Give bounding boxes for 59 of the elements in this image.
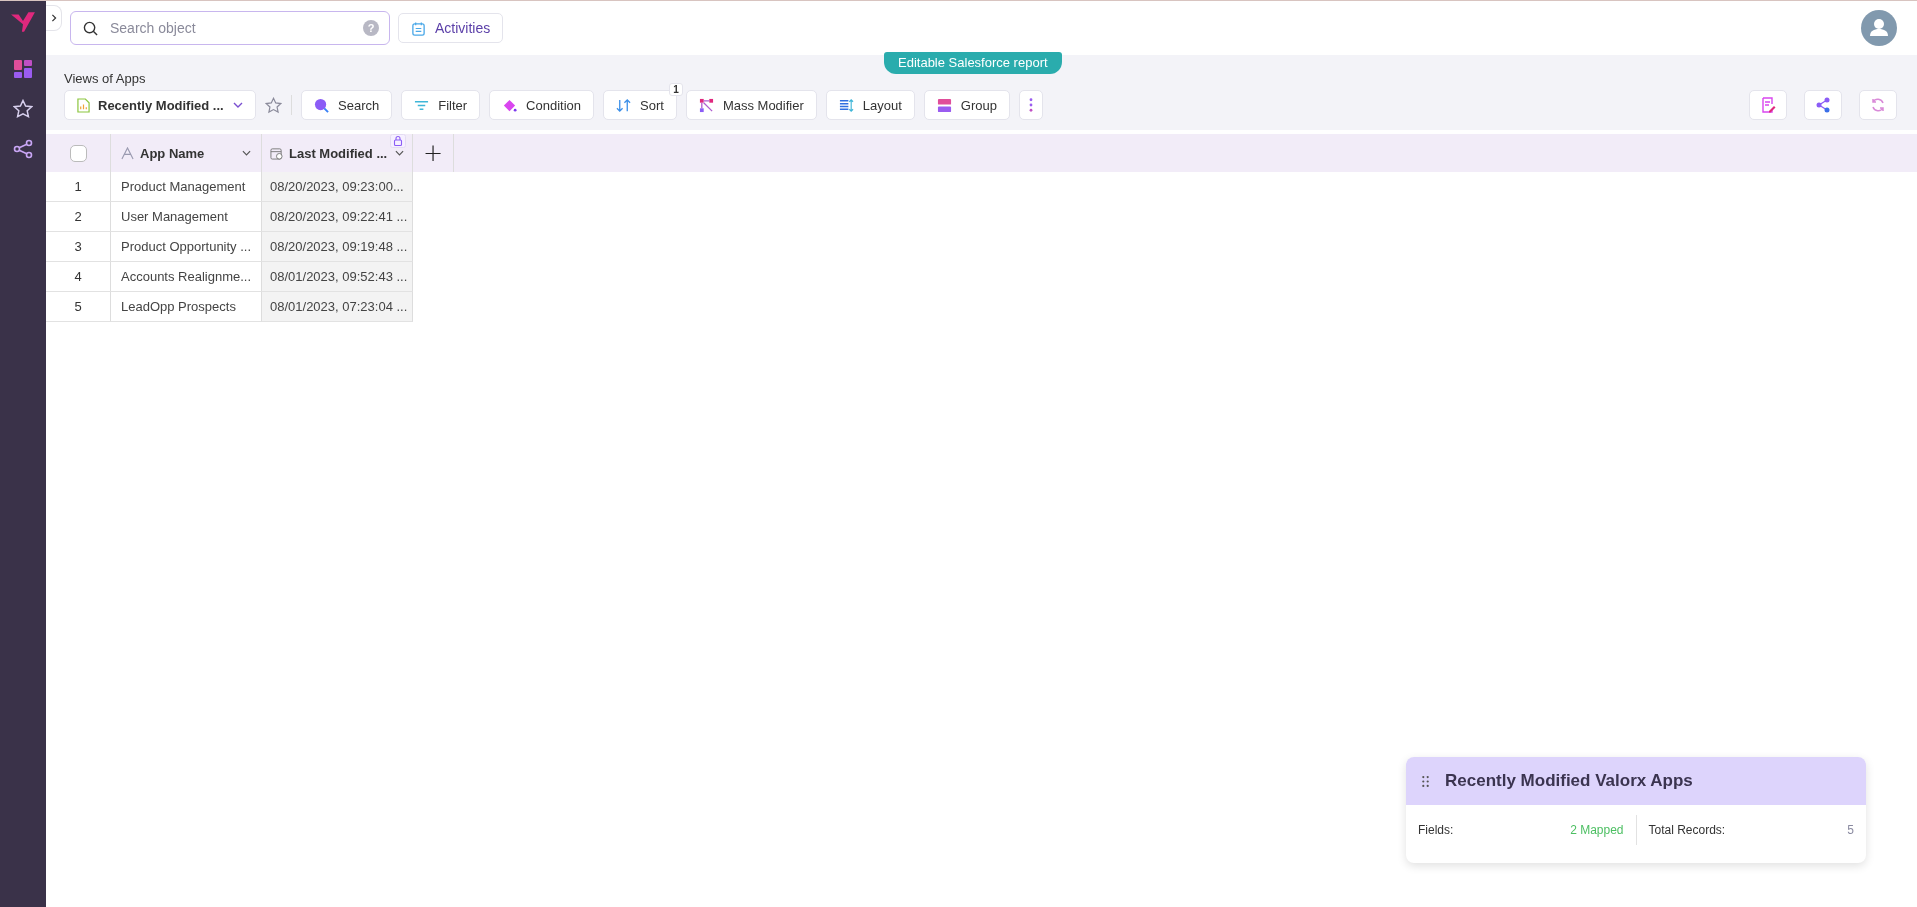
activities-button[interactable]: Activities [398, 13, 504, 43]
report-banner: Editable Salesforce report [884, 52, 1062, 74]
edit-report-button[interactable] [1749, 90, 1787, 120]
toolbar-button[interactable]: Filter [401, 90, 481, 120]
dashboard-icon[interactable] [13, 59, 33, 79]
more-icon [1029, 98, 1033, 112]
fields-label: Fields: [1418, 823, 1454, 837]
star-icon[interactable] [265, 96, 282, 114]
search-icon [314, 97, 329, 113]
toolbar-button[interactable]: Group [923, 90, 1010, 120]
report-icon [77, 97, 90, 113]
row-number: 2 [46, 202, 111, 232]
toolbar-button[interactable]: Layout [825, 90, 915, 120]
views-label: Views of Apps [64, 71, 147, 86]
row-number: 1 [46, 172, 111, 202]
view-dropdown[interactable]: Recently Modified ... [64, 90, 256, 120]
rows-icon [936, 97, 952, 113]
row-number: 3 [46, 232, 111, 262]
records-label: Total Records: [1648, 823, 1726, 837]
sort-count-badge: 1 [669, 83, 683, 96]
text-type-icon [121, 146, 134, 160]
card-title: Recently Modified Valorx Apps [1445, 771, 1693, 791]
layout-icon [838, 97, 854, 113]
document-pen-icon [1760, 97, 1776, 113]
fields-value: 2 Mapped [1570, 823, 1624, 837]
table-cell: 08/01/2023, 07:23:04 ... [262, 292, 413, 322]
row-number: 4 [46, 262, 111, 292]
calendar-icon [411, 20, 426, 36]
toolbar-button[interactable]: Mass Modifier [685, 90, 817, 120]
table-cell: 08/01/2023, 09:52:43 ... [262, 262, 413, 292]
refresh-button[interactable] [1859, 90, 1897, 120]
column-header[interactable]: App Name [111, 134, 262, 172]
nodes-icon [698, 97, 714, 113]
caret-icon[interactable] [395, 150, 404, 156]
search-icon [83, 20, 98, 36]
drag-handle-icon[interactable] [1422, 775, 1429, 787]
toolbar-button[interactable]: Condition [489, 90, 595, 120]
column-title: App Name [140, 145, 206, 161]
chevron-icon [49, 14, 58, 22]
sort-icon [616, 97, 632, 113]
caret-icon [233, 102, 243, 108]
expand-button[interactable] [46, 5, 62, 31]
table-cell: 08/20/2023, 09:19:48 ... [262, 232, 413, 262]
add-column-button[interactable]: + [413, 134, 454, 172]
share-icon [1815, 97, 1831, 113]
table-cell: 08/20/2023, 09:23:00... [262, 172, 413, 202]
column-title: Last Modified ... [289, 145, 389, 161]
refresh-icon [1870, 97, 1886, 113]
table-cell: 08/20/2023, 09:22:41 ... [262, 202, 413, 232]
logo-icon [10, 11, 36, 33]
select-all-checkbox[interactable] [69, 144, 87, 162]
avatar-icon[interactable] [1861, 10, 1897, 46]
caret-icon[interactable] [242, 150, 251, 156]
share-icon[interactable] [13, 139, 33, 159]
share-button[interactable] [1804, 90, 1842, 120]
records-value: 5 [1847, 823, 1854, 837]
calendar-clock-icon [270, 146, 283, 160]
row-number: 5 [46, 292, 111, 322]
toolbar-button[interactable]: Search [301, 90, 393, 120]
